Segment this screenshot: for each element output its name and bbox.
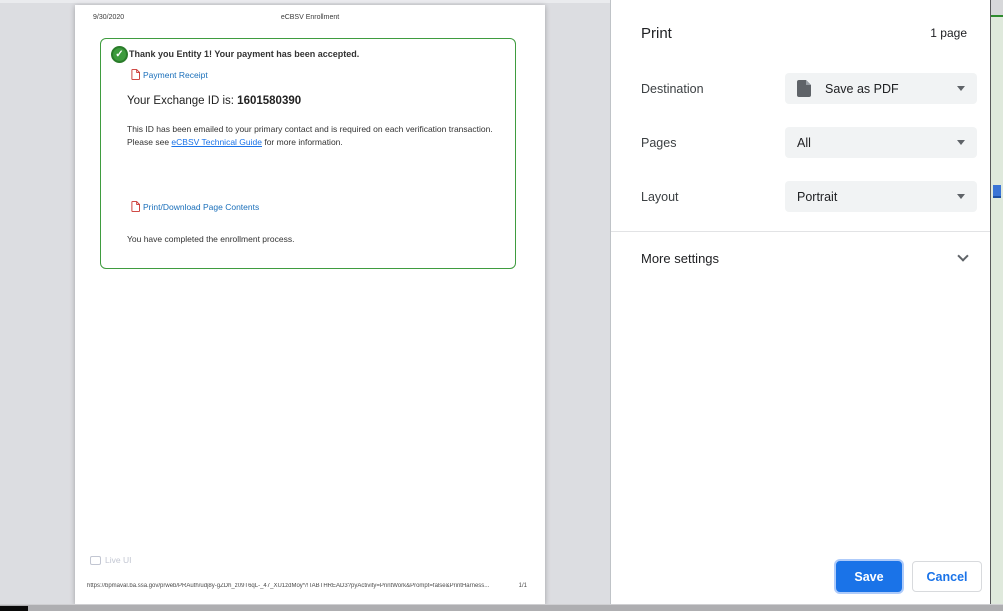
taskbar-fragment — [0, 606, 28, 611]
exchange-id-line: Your Exchange ID is: 1601580390 — [127, 95, 301, 107]
layout-label: Layout — [641, 189, 679, 204]
more-settings-label: More settings — [641, 250, 720, 266]
print-download-row: Print/Download Page Contents — [131, 201, 259, 212]
completion-message: You have completed the enrollment proces… — [127, 234, 295, 244]
chevron-down-icon — [957, 194, 965, 199]
print-download-link: Print/Download Page Contents — [143, 201, 260, 212]
underlying-page-edge-top — [991, 0, 1003, 17]
technical-guide-link: eCBSV Technical Guide — [171, 137, 262, 148]
destination-row: Destination Save as PDF — [641, 73, 977, 104]
layout-row: Layout Portrait — [641, 181, 977, 212]
exchange-id-value: 1601580390 — [237, 95, 302, 107]
preview-top-edge — [0, 0, 610, 3]
cancel-button[interactable]: Cancel — [912, 561, 982, 592]
chevron-down-icon — [957, 140, 965, 145]
live-ui-icon — [90, 555, 101, 565]
info-paragraph: This ID has been emailed to your primary… — [127, 123, 501, 149]
pages-label: Pages — [641, 135, 677, 150]
chevron-down-icon — [957, 86, 965, 91]
destination-value: Save as PDF — [825, 81, 899, 96]
preview-document-title: eCBSV Enrollment — [280, 14, 340, 21]
success-box: ✓ Thank you Entity 1! Your payment has b… — [100, 38, 516, 269]
panel-divider — [611, 231, 990, 232]
destination-label: Destination — [641, 81, 704, 96]
live-ui-label: Live UI — [105, 555, 132, 565]
pages-row: Pages All — [641, 127, 977, 158]
pages-dropdown[interactable]: All — [785, 127, 977, 158]
print-dialog-screen: 9/30/2020 eCBSV Enrollment ✓ Thank you E… — [0, 0, 1003, 611]
layout-value: Portrait — [797, 189, 838, 204]
layout-dropdown[interactable]: Portrait — [785, 181, 977, 212]
print-settings-panel: Print 1 page Destination Save as PDF Pag… — [610, 0, 990, 604]
window-bottom-edge — [0, 604, 1003, 611]
info-text-after: for more information. — [261, 137, 343, 148]
panel-header: Print 1 page — [641, 22, 967, 44]
exchange-id-label: Your Exchange ID is: — [127, 95, 238, 107]
destination-dropdown[interactable]: Save as PDF — [785, 73, 977, 104]
pages-value: All — [797, 135, 811, 150]
live-ui-toggle: Live UI — [90, 555, 131, 565]
underlying-page-link-fragment — [993, 185, 1001, 198]
page-count: 1 page — [930, 26, 967, 40]
thank-you-message: Thank you Entity 1! Your payment has bee… — [129, 49, 360, 59]
save-button[interactable]: Save — [836, 561, 902, 592]
underlying-page-edge — [990, 0, 1003, 604]
pdf-file-icon — [131, 69, 140, 80]
pdf-document-icon — [797, 80, 811, 97]
chevron-down-icon — [957, 250, 969, 262]
payment-receipt-link: Payment Receipt — [143, 69, 208, 80]
preview-footer: https://bpmaval.ba.ssa.gov/prweb/PRAuth/… — [87, 583, 527, 589]
print-preview-area: 9/30/2020 eCBSV Enrollment ✓ Thank you E… — [0, 0, 610, 604]
preview-page-indicator: 1/1 — [518, 583, 527, 589]
payment-receipt-row: Payment Receipt — [131, 69, 208, 80]
preview-footer-url: https://bpmaval.ba.ssa.gov/prweb/PRAuth/… — [87, 583, 490, 589]
panel-title: Print — [641, 24, 672, 42]
preview-page: 9/30/2020 eCBSV Enrollment ✓ Thank you E… — [75, 5, 545, 604]
pdf-file-icon — [131, 201, 140, 212]
check-circle-icon: ✓ — [111, 46, 128, 63]
more-settings-toggle[interactable]: More settings — [641, 245, 969, 271]
